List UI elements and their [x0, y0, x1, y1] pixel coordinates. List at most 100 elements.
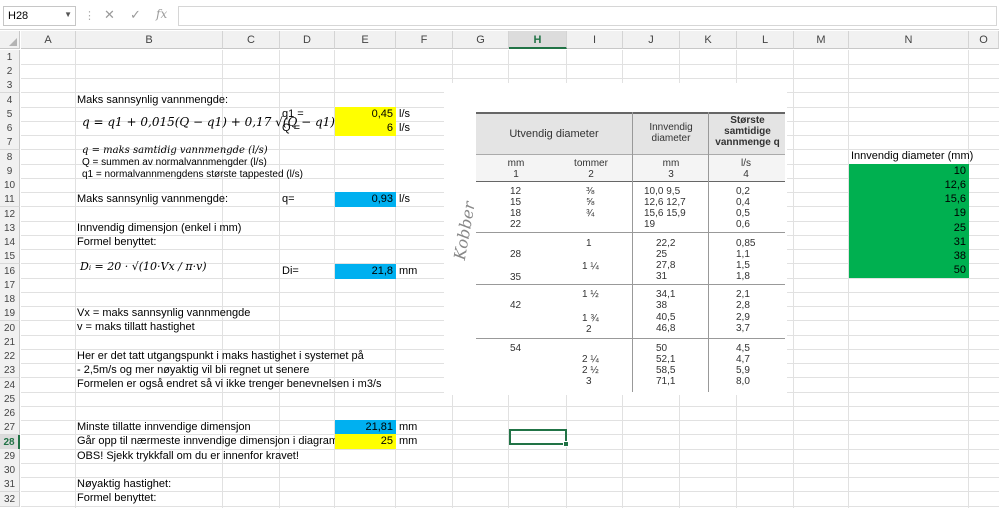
cell-b4[interactable]: Maks sannsynlig vannmengde: [77, 93, 228, 108]
cell-d11[interactable]: q= [282, 192, 295, 207]
cell-e11[interactable]: 0,93 [335, 192, 396, 207]
name-box[interactable]: H28 ▼ [3, 6, 76, 26]
cell-b13[interactable]: Innvendig dimensjon (enkel i mm) [77, 221, 241, 236]
row-header-3[interactable]: 3 [0, 78, 20, 93]
column-header-e[interactable]: E [335, 31, 396, 49]
cell-d6[interactable]: Q = [282, 121, 300, 136]
row-header-10[interactable]: 10 [0, 178, 20, 193]
row-header-5[interactable]: 5 [0, 107, 20, 122]
column-header-k[interactable]: K [680, 31, 737, 49]
row-header-2[interactable]: 2 [0, 64, 20, 79]
column-header-o[interactable]: O [969, 31, 999, 49]
row-header-23[interactable]: 23 [0, 363, 20, 378]
cell-b28[interactable]: Går opp til nærmeste innvendige dimensjo… [77, 434, 356, 449]
row-header-17[interactable]: 17 [0, 278, 20, 293]
cell-n9[interactable]: 10 [849, 164, 969, 179]
row-header-32[interactable]: 32 [0, 492, 20, 507]
cell-d5[interactable]: q1 = [282, 107, 304, 122]
column-header-b[interactable]: B [76, 31, 223, 49]
row-header-20[interactable]: 20 [0, 321, 20, 336]
row-header-19[interactable]: 19 [0, 306, 20, 321]
cell-n14[interactable]: 31 [849, 235, 969, 250]
column-header-l[interactable]: L [737, 31, 794, 49]
row-header-31[interactable]: 31 [0, 477, 20, 492]
cell-b20[interactable]: v = maks tillatt hastighet [77, 320, 195, 335]
cell-n11[interactable]: 15,6 [849, 192, 969, 207]
cell-n12[interactable]: 19 [849, 206, 969, 221]
fill-handle[interactable] [563, 441, 569, 447]
row-header-29[interactable]: 29 [0, 449, 20, 464]
cell-f27[interactable]: mm [396, 420, 417, 435]
column-header-g[interactable]: G [453, 31, 509, 49]
column-header-d[interactable]: D [280, 31, 335, 49]
cell-f28[interactable]: mm [396, 434, 417, 449]
row-header-16[interactable]: 16 [0, 264, 20, 279]
cell-b11[interactable]: Maks sannsynlig vannmengde: [77, 192, 228, 207]
row-header-15[interactable]: 15 [0, 249, 20, 264]
cell-n8[interactable]: Innvendig diameter (mm) [851, 149, 973, 164]
row-header-21[interactable]: 21 [0, 335, 20, 350]
row-header-11[interactable]: 11 [0, 192, 20, 207]
row-header-9[interactable]: 9 [0, 164, 20, 179]
select-all-button[interactable] [0, 31, 20, 49]
cell-n16[interactable]: 50 [849, 263, 969, 278]
column-header-j[interactable]: J [623, 31, 680, 49]
row-header-28[interactable]: 28 [0, 435, 20, 450]
cell-e5[interactable]: 0,45 [335, 107, 396, 122]
cell-e16[interactable]: 21,8 [335, 264, 396, 279]
cell-b23[interactable]: - 2,5m/s og mer nøyaktig vil bli regnet … [77, 363, 309, 378]
column-header-i[interactable]: I [567, 31, 623, 49]
row-header-4[interactable]: 4 [0, 93, 20, 108]
column-header-m[interactable]: M [794, 31, 849, 49]
cell-e28[interactable]: 25 [335, 434, 396, 449]
cell-b24[interactable]: Formelen er også endret så vi ikke treng… [77, 377, 382, 392]
column-header-c[interactable]: C [223, 31, 280, 49]
cell-f16[interactable]: mm [396, 264, 417, 279]
row-header-24[interactable]: 24 [0, 378, 20, 393]
row-header-26[interactable]: 26 [0, 406, 20, 421]
cell-e6[interactable]: 6 [335, 121, 396, 136]
insert-function-icon[interactable]: fx [156, 7, 167, 21]
row-header-12[interactable]: 12 [0, 207, 20, 222]
column-header-n[interactable]: N [849, 31, 969, 49]
row-header-14[interactable]: 14 [0, 235, 20, 250]
cell-n10[interactable]: 12,6 [849, 178, 969, 193]
row-header-25[interactable]: 25 [0, 392, 20, 407]
cell-b14[interactable]: Formel benyttet: [77, 235, 156, 250]
active-cell-h28[interactable] [509, 429, 569, 447]
chevron-down-icon[interactable]: ▼ [64, 10, 72, 19]
g1-in-3: ¾ [586, 208, 595, 219]
row-header-8[interactable]: 8 [0, 150, 20, 165]
cell-b29[interactable]: OBS! Sjekk trykkfall om du er innenfor k… [77, 449, 299, 464]
formula-input[interactable] [178, 6, 997, 26]
row-header-13[interactable]: 13 [0, 221, 20, 236]
cell-d16[interactable]: Di= [282, 264, 299, 279]
row-header-30[interactable]: 30 [0, 463, 20, 478]
row-header-27[interactable]: 27 [0, 420, 20, 435]
column-header-h[interactable]: H [509, 31, 567, 49]
cancel-icon[interactable]: ✕ [104, 7, 115, 23]
cell-e27[interactable]: 21,81 [335, 420, 396, 435]
cell-f6[interactable]: l/s [396, 121, 410, 136]
row-header-18[interactable]: 18 [0, 292, 20, 307]
cell-n13[interactable]: 25 [849, 221, 969, 236]
header-inner-diameter: Innvendig diameter [649, 122, 693, 144]
g3-in-3: 1 ¾ [582, 313, 599, 324]
row-header-1[interactable]: 1 [0, 50, 20, 65]
row-header-6[interactable]: 6 [0, 121, 20, 136]
cell-b27[interactable]: Minste tillatte innvendige dimensjon [77, 420, 251, 435]
column-header-a[interactable]: A [21, 31, 76, 49]
row-header-22[interactable]: 22 [0, 349, 20, 364]
enter-check-icon[interactable]: ✓ [130, 7, 141, 23]
cell-f5[interactable]: l/s [396, 107, 410, 122]
row-header-7[interactable]: 7 [0, 135, 20, 150]
cell-n15[interactable]: 38 [849, 249, 969, 264]
g2-inner-3: 27,8 [656, 260, 676, 271]
column-header-f[interactable]: F [396, 31, 453, 49]
cell-b19[interactable]: Vx = maks sannsynlig vannmengde [77, 306, 250, 321]
cell-b22[interactable]: Her er det tatt utgangspunkt i maks hast… [77, 349, 364, 364]
cell-f11[interactable]: l/s [396, 192, 410, 207]
g1-q-3: 0,5 [736, 208, 750, 219]
cell-b31[interactable]: Nøyaktig hastighet: [77, 477, 171, 492]
cell-b32[interactable]: Formel benyttet: [77, 491, 156, 506]
